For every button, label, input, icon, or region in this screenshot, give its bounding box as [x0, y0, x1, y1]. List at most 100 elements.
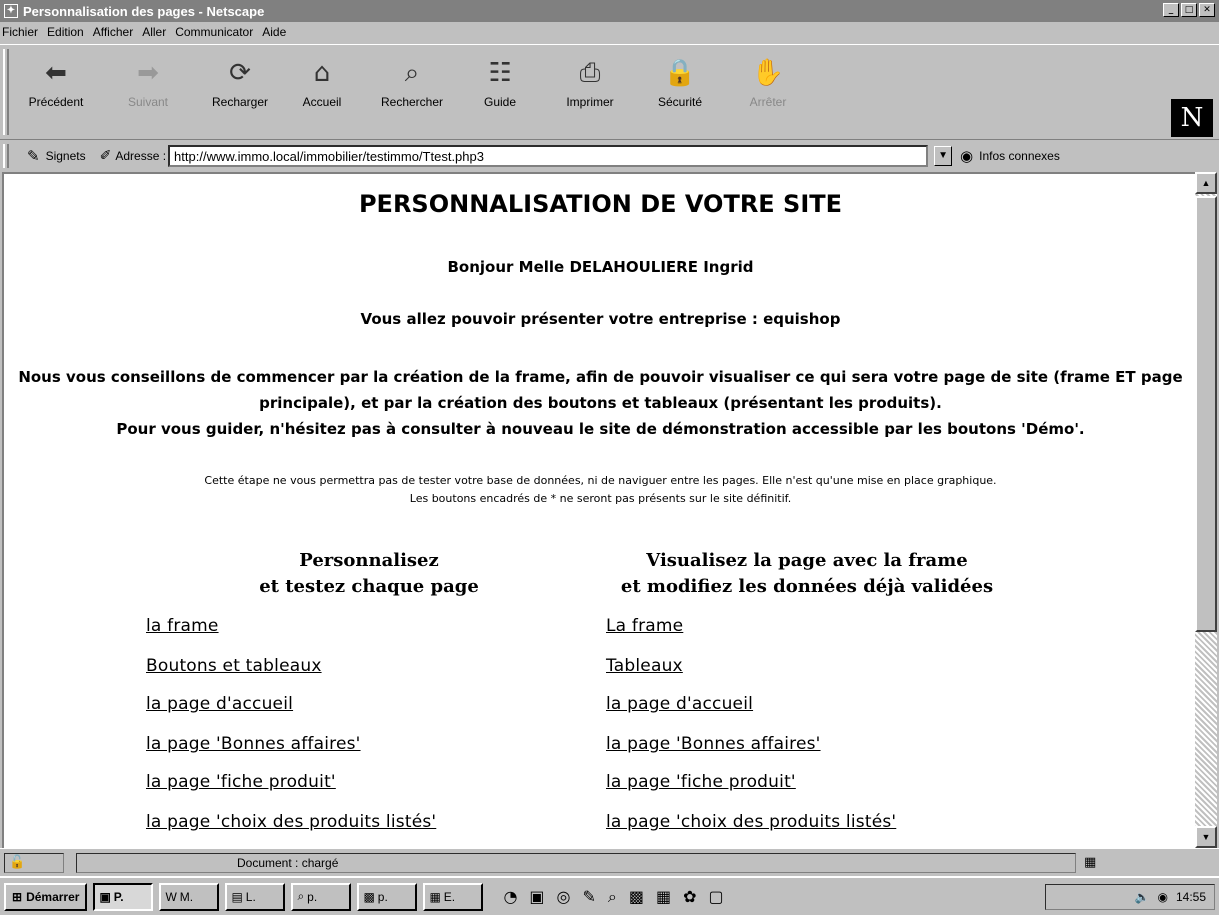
netscape-logo[interactable]: N	[1171, 99, 1213, 137]
print-button-label: Imprimer	[566, 95, 614, 109]
quick-launch-icon[interactable]: ▦	[656, 887, 671, 907]
advice-paragraph: Nous vous conseillons de commencer par l…	[4, 364, 1195, 442]
menu-communicator[interactable]: Communicator	[175, 25, 253, 39]
bookmarks-icon[interactable]: ✎	[27, 147, 40, 165]
menu-edition[interactable]: Edition	[47, 25, 84, 39]
quick-launch-icon[interactable]: ◔	[503, 887, 517, 907]
stop-icon: ✋	[751, 58, 785, 88]
task-button-paint[interactable]: ▩ p.	[357, 882, 418, 911]
left-link-product-list[interactable]: la page 'choix des produits listés'	[146, 812, 436, 832]
right-link-frame[interactable]: La frame	[606, 616, 683, 636]
reload-button-label: Recharger	[211, 95, 269, 109]
guide-icon: ☷	[488, 58, 512, 88]
minimize-button[interactable]: _	[1163, 3, 1179, 17]
bookmarks-button[interactable]: Signets	[46, 149, 86, 163]
notice-line-1: Cette étape ne vous permettra pas de tes…	[204, 474, 997, 487]
page-proxy-icon[interactable]: ✐	[100, 148, 112, 164]
security-button-label: Sécurité	[657, 95, 703, 109]
folder-task-icon: ▤	[231, 889, 243, 904]
task-button-excel[interactable]: ▦ E.	[423, 882, 484, 911]
right-link-tables[interactable]: Tableaux	[606, 656, 683, 676]
forward-button-label: Suivant	[127, 95, 169, 109]
maximize-button[interactable]: □	[1181, 3, 1197, 17]
reload-button[interactable]: ⟳ Recharger	[200, 53, 280, 131]
right-link-home-page[interactable]: la page d'accueil	[606, 694, 753, 714]
search-button[interactable]: ⌕ Rechercher	[372, 53, 452, 131]
quick-launch-icon[interactable]: ▢	[709, 887, 724, 907]
address-input[interactable]: http://www.immo.local/immobilier/testimm…	[168, 145, 929, 167]
task-button-netscape[interactable]: ▣ P.	[93, 882, 154, 911]
task-button-search[interactable]: ⌕ p.	[291, 882, 352, 911]
toolbar-grip[interactable]	[3, 49, 9, 135]
quick-launch-icon[interactable]: ◎	[557, 887, 571, 907]
address-label: Adresse :	[115, 149, 167, 163]
netscape-window: ✦ Personnalisation des pages - Netscape …	[0, 0, 1219, 915]
start-button-label: Démarrer	[26, 889, 80, 904]
back-button[interactable]: ⬅ Précédent	[16, 53, 96, 131]
left-link-buttons-tables[interactable]: Boutons et tableaux	[146, 656, 322, 676]
back-button-label: Précédent	[28, 95, 84, 109]
left-heading-line-2: et testez chaque page	[259, 576, 479, 597]
excel-task-icon: ▦	[429, 889, 441, 904]
menu-fichier[interactable]: Fichier	[2, 25, 38, 39]
quick-launch-icon[interactable]: ✿	[683, 887, 696, 907]
left-column-heading: Personnalisez et testez chaque page	[144, 548, 594, 600]
home-icon: ⌂	[313, 58, 331, 88]
address-dropdown-button[interactable]: ▼	[934, 146, 953, 166]
status-text: Document : chargé	[76, 852, 1076, 873]
stop-button-label: Arrêter	[749, 95, 787, 109]
netscape-task-icon: ▣	[99, 889, 111, 904]
quick-launch-icon[interactable]: ▣	[529, 887, 544, 907]
right-link-product-sheet[interactable]: la page 'fiche produit'	[606, 772, 796, 792]
menu-aide[interactable]: Aide	[262, 25, 286, 39]
netscape-app-icon: ✦	[4, 4, 18, 18]
word-task-icon: W	[165, 889, 177, 904]
right-link-product-list[interactable]: la page 'choix des produits listés'	[606, 812, 896, 832]
page-title: PERSONNALISATION DE VOTRE SITE	[358, 190, 843, 218]
volume-icon[interactable]: 🔈	[1135, 890, 1150, 904]
windows-logo-icon: ⊞	[12, 889, 23, 904]
print-icon: ⎙	[579, 58, 601, 88]
scroll-thumb[interactable]	[1195, 196, 1217, 632]
forward-icon: ➡	[137, 58, 159, 88]
left-link-home-page[interactable]: la page d'accueil	[146, 694, 293, 714]
page-content: PERSONNALISATION DE VOTRE SITE Bonjour M…	[2, 172, 1195, 848]
greeting-text: Bonjour Melle DELAHOULIERE Ingrid	[447, 258, 754, 276]
related-button[interactable]: Infos connexes	[979, 149, 1060, 163]
clock[interactable]: 14:55	[1176, 890, 1206, 904]
vertical-scrollbar[interactable]: ▲ ▼	[1195, 172, 1217, 848]
guide-button-label: Guide	[483, 95, 517, 109]
left-link-good-deals[interactable]: la page 'Bonnes affaires'	[146, 734, 361, 754]
stop-button[interactable]: ✋ Arrêter	[728, 53, 808, 131]
menu-aller[interactable]: Aller	[142, 25, 166, 39]
quick-launch-icon[interactable]: ✎	[583, 887, 596, 907]
scroll-up-button[interactable]: ▲	[1195, 172, 1217, 194]
home-button[interactable]: ⌂ Accueil	[282, 53, 362, 131]
task-button-explorer[interactable]: ▤ L.	[225, 882, 286, 911]
task-label: L.	[245, 889, 256, 904]
left-link-frame[interactable]: la frame	[146, 616, 219, 636]
quick-launch-icon[interactable]: ⌕	[608, 887, 617, 907]
related-icon[interactable]: ◉	[960, 147, 973, 165]
navigation-toolbar: ⬅ Précédent ➡ Suivant ⟳ Recharger ⌂ Accueil …	[0, 44, 1219, 140]
right-link-good-deals[interactable]: la page 'Bonnes affaires'	[606, 734, 821, 754]
security-status-icon[interactable]: 🔓	[4, 852, 64, 873]
advice-line-1: Nous vous conseillons de commencer par l…	[18, 368, 1183, 412]
task-label: E.	[443, 889, 456, 904]
taskbar: ⊞ Démarrer ▣ P. W M. ▤ L. ⌕ p. ▩ p. ▦ E. ◔ ▣ ◎ …	[0, 876, 1219, 915]
component-bar-icon[interactable]: ▦	[1084, 855, 1096, 870]
start-button[interactable]: ⊞ Démarrer	[4, 882, 88, 911]
print-button[interactable]: ⎙ Imprimer	[550, 53, 630, 131]
task-button-word[interactable]: W M.	[159, 882, 220, 911]
forward-button[interactable]: ➡ Suivant	[108, 53, 188, 131]
left-link-product-sheet[interactable]: la page 'fiche produit'	[146, 772, 336, 792]
guide-button[interactable]: ☷ Guide	[460, 53, 540, 131]
close-button[interactable]: ✕	[1199, 3, 1215, 17]
scroll-down-button[interactable]: ▼	[1195, 826, 1217, 848]
menu-afficher[interactable]: Afficher	[93, 25, 133, 39]
location-grip[interactable]	[3, 144, 9, 168]
security-button[interactable]: 🔒 Sécurité	[640, 53, 720, 131]
network-icon[interactable]: ◉	[1157, 890, 1167, 904]
quick-launch-icon[interactable]: ▩	[629, 887, 644, 907]
security-icon: 🔒	[663, 58, 697, 88]
